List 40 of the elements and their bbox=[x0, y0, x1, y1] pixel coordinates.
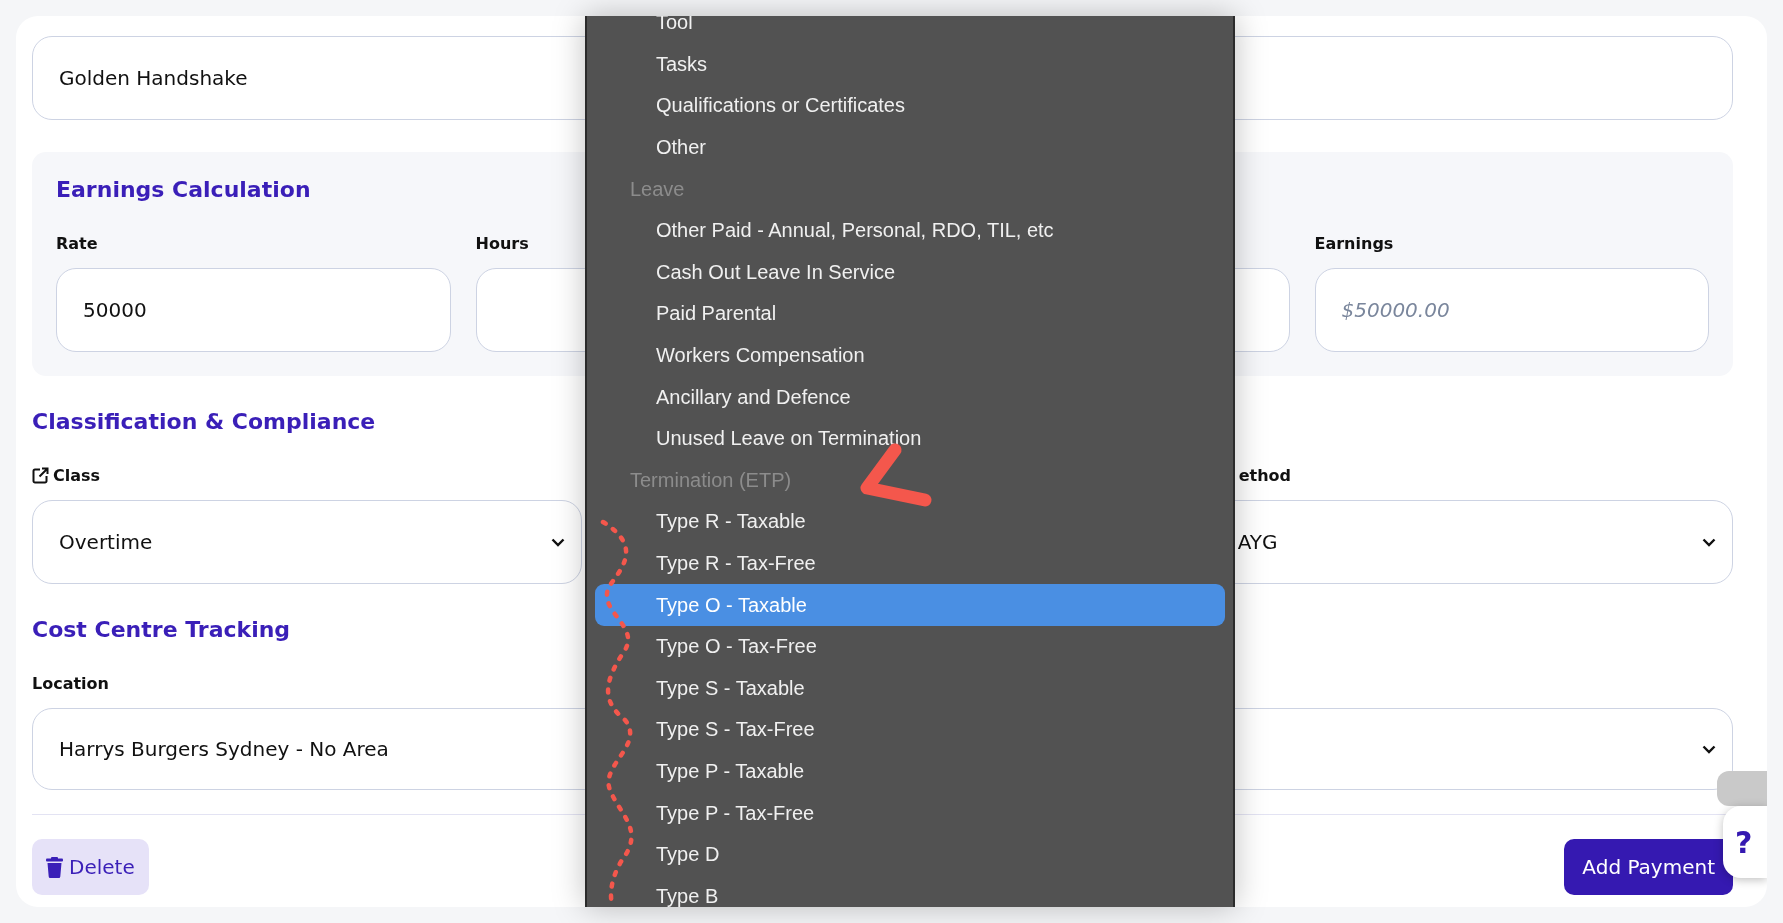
menu-option[interactable]: Type P - Taxable bbox=[595, 750, 1225, 793]
menu-option[interactable]: Other bbox=[595, 126, 1225, 169]
menu-option[interactable]: Type D bbox=[595, 833, 1225, 876]
field-label: Class bbox=[53, 465, 101, 485]
text-field[interactable]: 50000 bbox=[56, 268, 451, 352]
chevron-icon bbox=[551, 537, 566, 547]
menu-option[interactable]: Cash Out Leave In Service bbox=[595, 251, 1225, 294]
menu-option[interactable]: Type B bbox=[595, 875, 1225, 907]
section-heading: Cost Centre Tracking bbox=[32, 617, 291, 644]
field-label: ethod bbox=[1238, 465, 1291, 485]
pen-stroke-drawing bbox=[860, 443, 932, 507]
text-field[interactable]: $50000.00 bbox=[1314, 268, 1709, 352]
menu-option[interactable]: Type P - Tax-Free bbox=[595, 792, 1225, 834]
field-label: Earnings bbox=[1314, 233, 1394, 253]
menu-option[interactable]: Type S - Taxable bbox=[595, 667, 1225, 710]
help-button[interactable]: ? bbox=[1723, 806, 1767, 878]
menu-option[interactable]: Type S - Tax-Free bbox=[595, 709, 1225, 751]
menu-option[interactable]: Type O - Tax-Free bbox=[595, 625, 1225, 668]
option-group-label: Termination (ETP) bbox=[630, 467, 792, 493]
external-link-icon[interactable] bbox=[32, 466, 49, 484]
menu-option[interactable]: Paid Parental bbox=[595, 293, 1225, 335]
chevron-icon bbox=[1702, 537, 1716, 547]
field-label: Location bbox=[32, 673, 109, 693]
delete-button[interactable]: Delete bbox=[32, 839, 149, 895]
chevron-icon bbox=[1702, 744, 1716, 754]
section-heading: Classification & Compliance bbox=[32, 409, 376, 436]
add-payment-button[interactable]: Add Payment bbox=[1564, 839, 1733, 895]
field-label: Hours bbox=[475, 233, 529, 253]
menu-option[interactable]: Workers Compensation bbox=[595, 334, 1225, 377]
menu-option[interactable]: Other Paid - Annual, Personal, RDO, TIL, etc bbox=[595, 209, 1225, 252]
field-label: Rate bbox=[56, 233, 98, 253]
menu-option[interactable]: Tasks bbox=[595, 43, 1225, 86]
menu-option[interactable]: Unused Leave on Termination bbox=[595, 417, 1225, 460]
menu-option[interactable]: Ancillary and Defence bbox=[595, 376, 1225, 418]
dropdown-menu[interactable] bbox=[585, 16, 1235, 907]
trash-icon bbox=[46, 856, 63, 878]
menu-option[interactable]: Qualifications or Certificates bbox=[595, 85, 1225, 127]
section-heading: Earnings Calculation bbox=[56, 177, 311, 204]
option-group-label: Leave bbox=[630, 176, 685, 202]
dropdown-select[interactable]: Overtime bbox=[32, 500, 583, 584]
